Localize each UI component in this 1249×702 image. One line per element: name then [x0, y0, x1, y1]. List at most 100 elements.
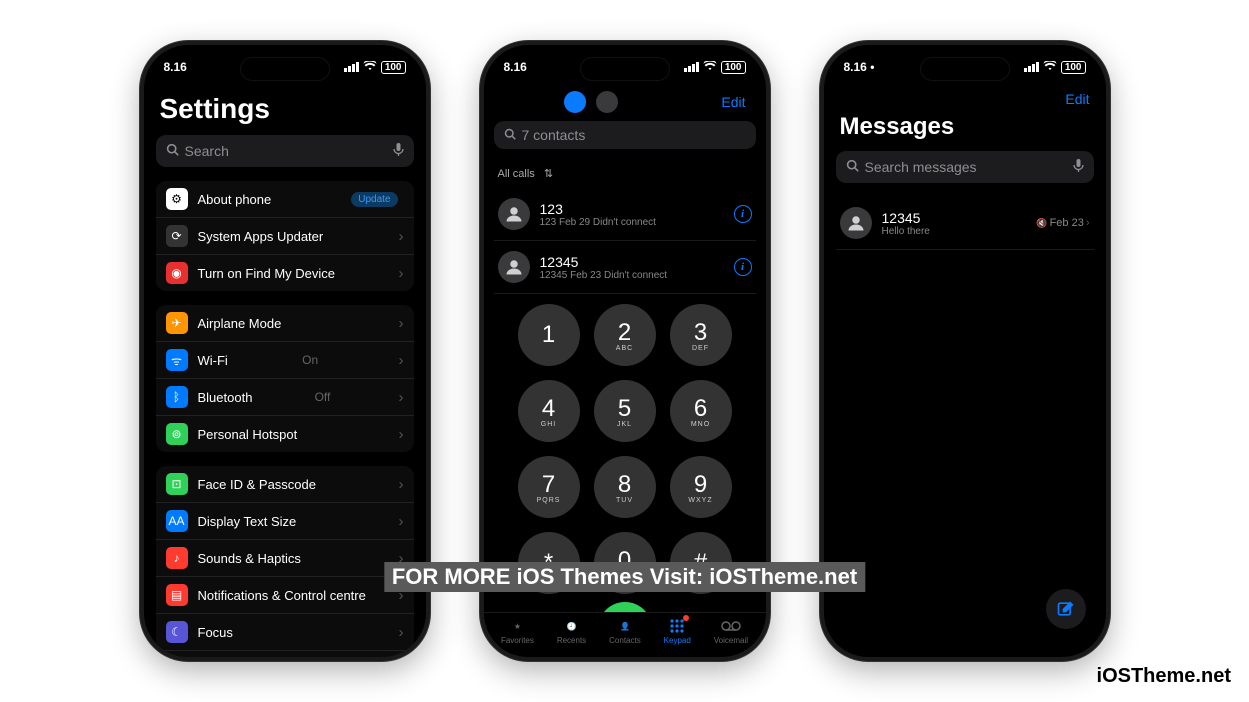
tab-contacts[interactable]: 👤Contacts [609, 617, 641, 645]
row-screentime[interactable]: ⧗ Screen Time › [156, 651, 414, 657]
search-icon [846, 159, 859, 175]
tab-label: Recents [557, 636, 586, 645]
faceid-icon: ⊡ [166, 473, 188, 495]
shield-icon: ◉ [166, 262, 188, 284]
keypad-key-5[interactable]: 5JKL [594, 380, 656, 442]
tab-recents[interactable]: 🕘Recents [557, 617, 586, 645]
avatar [498, 198, 530, 230]
keypad-key-7[interactable]: 7PQRS [518, 456, 580, 518]
chevron-right-icon: › [399, 265, 404, 282]
row-label: Face ID & Passcode [198, 477, 317, 492]
info-icon[interactable]: i [734, 205, 752, 223]
page-title: Messages [836, 113, 1094, 151]
row-faceid[interactable]: ⊡ Face ID & Passcode › [156, 466, 414, 503]
key-number: 3 [694, 319, 707, 347]
chevron-right-icon: › [399, 352, 404, 369]
call-entry[interactable]: 123123 Feb 29 Didn't connecti [494, 188, 756, 241]
call-name: 12345 [540, 254, 668, 270]
chevron-right-icon: › [399, 513, 404, 530]
key-letters: ABC [616, 345, 633, 352]
row-hotspot[interactable]: ⊚ Personal Hotspot › [156, 416, 414, 452]
mic-icon[interactable] [393, 143, 404, 160]
compose-button[interactable] [1046, 589, 1086, 629]
mic-icon[interactable] [1073, 159, 1084, 176]
keypad-key-8[interactable]: 8TUV [594, 456, 656, 518]
call-filter[interactable]: All calls ⇅ [494, 163, 756, 188]
tab-label: Contacts [609, 636, 641, 645]
chevron-right-icon: › [399, 624, 404, 641]
edit-button[interactable]: Edit [1065, 91, 1089, 107]
notch [920, 57, 1010, 81]
search-icon [166, 143, 179, 159]
messages-search-input[interactable]: Search messages [836, 151, 1094, 183]
row-bluetooth[interactable]: ᛒ Bluetooth Off › [156, 379, 414, 416]
row-label: Bluetooth [198, 390, 253, 405]
overlay-watermark: FOR MORE iOS Themes Visit: iOSTheme.net [384, 562, 865, 592]
keypad-key-2[interactable]: 2ABC [594, 304, 656, 366]
row-label: Airplane Mode [198, 316, 282, 331]
search-input[interactable]: Search [156, 135, 414, 167]
battery-icon: 100 [1061, 61, 1086, 74]
row-sounds[interactable]: ♪ Sounds & Haptics › [156, 540, 414, 577]
battery-icon: 100 [381, 61, 406, 74]
row-find-my-device[interactable]: ◉ Turn on Find My Device › [156, 255, 414, 291]
keypad-key-4[interactable]: 4GHI [518, 380, 580, 442]
thread-date: Feb 23 [1050, 217, 1084, 229]
row-label: Personal Hotspot [198, 427, 298, 442]
tab-voicemail[interactable]: Voicemail [714, 617, 748, 645]
row-label: Turn on Find My Device [198, 266, 336, 281]
textsize-icon: AA [166, 510, 188, 532]
filter-all-button[interactable] [564, 91, 586, 113]
update-badge[interactable]: Update [351, 192, 397, 207]
search-placeholder: Search [185, 143, 229, 159]
row-airplane[interactable]: ✈ Airplane Mode › [156, 305, 414, 342]
message-thread[interactable]: 12345 Hello there 🔇 Feb 23 › [836, 197, 1094, 250]
airplane-icon: ✈ [166, 312, 188, 334]
mute-icon: 🔇 [1036, 218, 1047, 229]
key-letters: WXYZ [688, 497, 712, 504]
chevron-right-icon: › [1086, 217, 1090, 229]
updater-icon: ⟳ [166, 225, 188, 247]
row-label: System Apps Updater [198, 229, 324, 244]
contacts-search-input[interactable]: 7 contacts [494, 121, 756, 149]
wifi-icon [1043, 60, 1057, 74]
cellular-icon [1024, 62, 1039, 72]
key-number: 2 [618, 319, 631, 347]
tab-keypad[interactable]: Keypad [664, 617, 691, 645]
key-number: 7 [542, 471, 555, 499]
row-wifi[interactable]: ᯤ Wi-Fi On › [156, 342, 414, 379]
person-icon: 👤 [615, 617, 635, 635]
keypad-key-9[interactable]: 9WXYZ [670, 456, 732, 518]
call-entry[interactable]: 1234512345 Feb 23 Didn't connecti [494, 241, 756, 294]
star-icon: ★ [507, 617, 527, 635]
clock-icon: 🕘 [562, 617, 582, 635]
notch [240, 57, 330, 81]
cellular-icon [684, 62, 699, 72]
status-time: 8.16 [164, 60, 187, 74]
chevron-right-icon: › [398, 389, 403, 406]
wifi-icon [703, 60, 717, 74]
row-label: Display Text Size [198, 514, 297, 529]
row-textsize[interactable]: AA Display Text Size › [156, 503, 414, 540]
call-button[interactable] [598, 602, 652, 612]
sounds-icon: ♪ [166, 547, 188, 569]
keypad-key-1[interactable]: 1 [518, 304, 580, 366]
row-label: Notifications & Control centre [198, 588, 366, 603]
row-notifications[interactable]: ▤ Notifications & Control centre › [156, 577, 414, 614]
status-time: 8.16 [504, 60, 527, 74]
brand-watermark: iOSTheme.net [1097, 665, 1231, 688]
chevron-right-icon: › [399, 476, 404, 493]
edit-button[interactable]: Edit [721, 94, 745, 110]
filter-missed-button[interactable] [596, 91, 618, 113]
row-system-updater[interactable]: ⟳ System Apps Updater › [156, 218, 414, 255]
row-about-phone[interactable]: ⚙ About phone Update [156, 181, 414, 218]
key-letters: JKL [617, 421, 632, 428]
hotspot-icon: ⊚ [166, 423, 188, 445]
key-letters: TUV [616, 497, 633, 504]
row-focus[interactable]: ☾ Focus › [156, 614, 414, 651]
info-icon[interactable]: i [734, 258, 752, 276]
keypad-key-3[interactable]: 3DEF [670, 304, 732, 366]
keypad-key-6[interactable]: 6MNO [670, 380, 732, 442]
tab-favorites[interactable]: ★Favorites [501, 617, 534, 645]
key-letters: GHI [541, 421, 556, 428]
